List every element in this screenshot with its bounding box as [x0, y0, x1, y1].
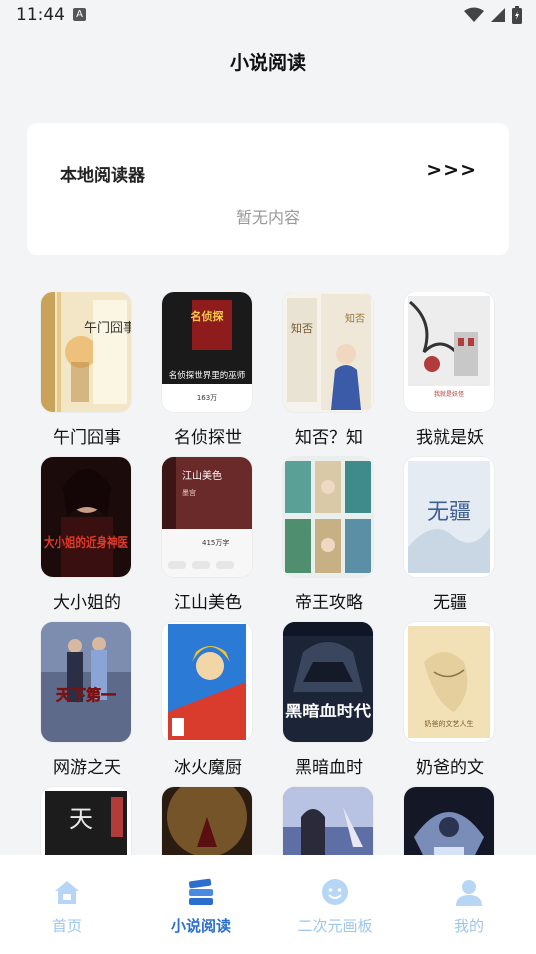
- cover-title-text: 名侦探世界里的巫师: [169, 370, 246, 381]
- face-icon: [322, 879, 348, 905]
- nav-label-home: 首页: [51, 917, 82, 935]
- signal-icon: [491, 8, 505, 22]
- local-reader-card: 本地阅读器 >>> 暂无内容: [27, 123, 509, 255]
- bottom-nav: 首页 小说阅读 二次元画板 我的: [0, 855, 536, 954]
- svg-text:名侦探: 名侦探: [191, 309, 225, 323]
- empty-state-text: 暂无内容: [235, 208, 300, 227]
- cover-count-text: 163万: [197, 394, 217, 402]
- book-title: 帝王攻略: [295, 593, 363, 613]
- book-item[interactable]: 江山美色 墨宫 415万字 江山美色: [162, 457, 254, 613]
- battery-icon: [512, 6, 522, 24]
- nav-item-profile[interactable]: 我的: [402, 877, 536, 937]
- book-cover: [283, 457, 373, 577]
- book-cover: 江山美色 墨宫 415万字: [162, 457, 252, 577]
- book-title: 午门囧事: [53, 428, 121, 448]
- home-icon: [55, 881, 79, 904]
- svg-text:天: 天: [69, 805, 93, 833]
- book-title: 无疆: [433, 593, 467, 613]
- book-cover: [283, 787, 373, 855]
- book-cover: [162, 787, 252, 855]
- wifi-icon: [464, 7, 484, 22]
- local-reader-more-button[interactable]: >>>: [426, 159, 477, 181]
- book-cover: 天: [41, 787, 131, 855]
- book-item[interactable]: [162, 787, 254, 855]
- book-item[interactable]: 无疆 无疆: [404, 457, 496, 613]
- cover-title-text: 天下第一: [56, 686, 116, 704]
- book-cover: 无疆: [404, 457, 494, 577]
- book-item[interactable]: 帝王攻略: [283, 457, 375, 613]
- book-title: 黑暗血时: [295, 758, 363, 778]
- book-cover: 奶爸的文艺人生: [404, 622, 494, 742]
- book-cover: [404, 787, 494, 855]
- status-bar: 11:44 A: [0, 0, 536, 30]
- cover-title-text: 午门囧事: [84, 321, 131, 336]
- svg-text:知否: 知否: [291, 321, 313, 335]
- nav-label-novel: 小说阅读: [170, 917, 231, 935]
- book-cover: 知否 知否: [283, 292, 373, 412]
- svg-text:知否: 知否: [345, 312, 365, 325]
- cover-count-text: 415万字: [202, 538, 229, 547]
- book-cover: 我就是妖怪: [404, 292, 494, 412]
- status-time: 11:44: [16, 5, 65, 25]
- book-item[interactable]: 名侦探 名侦探世界里的巫师 163万 名侦探世: [162, 292, 254, 448]
- book-title: 网游之天: [53, 758, 121, 778]
- nav-item-novel[interactable]: 小说阅读: [134, 877, 268, 937]
- nav-item-anime[interactable]: 二次元画板: [268, 877, 402, 937]
- book-cover: 黑暗血时代: [283, 622, 373, 742]
- cover-title-text: 大小姐的近身神医: [44, 535, 128, 551]
- book-item[interactable]: 奶爸的文艺人生 奶爸的文: [404, 622, 496, 778]
- nav-label-anime: 二次元画板: [297, 917, 373, 935]
- book-item[interactable]: 天下第一 网游之天: [41, 622, 133, 778]
- book-title: 我就是妖: [416, 428, 484, 448]
- cover-title-text: 黑暗血时代: [285, 702, 371, 720]
- book-cover: 天下第一: [41, 622, 131, 742]
- person-icon: [456, 880, 482, 906]
- svg-text:墨宫: 墨宫: [182, 488, 196, 497]
- nav-label-profile: 我的: [453, 917, 484, 935]
- book-title: 大小姐的: [53, 593, 121, 613]
- book-title: 奶爸的文: [416, 758, 484, 778]
- notification-icon: A: [73, 8, 86, 21]
- book-item[interactable]: 天: [41, 787, 133, 855]
- book-cover: 午门囧事: [41, 292, 131, 412]
- book-cover: 名侦探 名侦探世界里的巫师 163万: [162, 292, 252, 412]
- book-item[interactable]: 午门囧事 午门囧事: [41, 292, 133, 448]
- page-title: 小说阅读: [229, 52, 306, 74]
- book-grid: 午门囧事 午门囧事 名侦探 名侦探世界里的巫师 163万 名侦探世 知否 知否 …: [0, 292, 536, 855]
- book-item[interactable]: [283, 787, 375, 855]
- book-cover: 大小姐的近身神医: [41, 457, 131, 577]
- books-icon: [188, 878, 213, 905]
- book-title: 名侦探世: [174, 428, 242, 448]
- status-icons: [464, 6, 522, 24]
- book-item[interactable]: 我就是妖怪 我就是妖: [404, 292, 496, 448]
- cover-title-text: 江山美色: [182, 469, 222, 482]
- cover-title-text: 无疆: [427, 500, 471, 525]
- nav-item-home[interactable]: 首页: [0, 877, 134, 937]
- book-item[interactable]: 冰火魔厨: [162, 622, 254, 778]
- local-reader-title: 本地阅读器: [60, 166, 145, 186]
- book-item[interactable]: 大小姐的近身神医 大小姐的: [41, 457, 133, 613]
- svg-text:我就是妖怪: 我就是妖怪: [434, 390, 464, 398]
- svg-text:奶爸的文艺人生: 奶爸的文艺人生: [425, 719, 474, 728]
- book-title: 冰火魔厨: [174, 758, 242, 778]
- book-title: 知否？知: [295, 428, 363, 448]
- book-item[interactable]: 黑暗血时代 黑暗血时: [283, 622, 375, 778]
- book-title: 江山美色: [174, 593, 242, 613]
- book-cover: [162, 622, 252, 742]
- book-item[interactable]: [404, 787, 496, 855]
- book-item[interactable]: 知否 知否 知否？知: [283, 292, 375, 448]
